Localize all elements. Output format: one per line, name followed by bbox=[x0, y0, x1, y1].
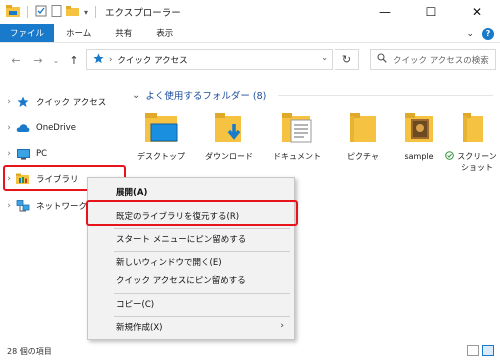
computer-icon bbox=[16, 148, 30, 160]
folder-item-screenshots[interactable]: スクリーン ショット bbox=[440, 108, 500, 173]
restore-item-highlight-frame bbox=[86, 200, 298, 226]
frequent-folders-header[interactable]: ⌄ よく使用するフォルダー (8) bbox=[132, 88, 267, 103]
refresh-icon: ↻ bbox=[341, 53, 352, 66]
folder-icon bbox=[399, 108, 439, 148]
breadcrumb-separator: › bbox=[109, 54, 113, 65]
search-input[interactable]: クイック アクセスの検索 bbox=[370, 49, 496, 70]
sidebar-item-label: クイック アクセス bbox=[36, 98, 107, 108]
downloads-folder-icon bbox=[209, 108, 249, 148]
folder-label: ドキュメント bbox=[273, 152, 321, 161]
quick-access-toolbar-dropdown-icon[interactable]: ▾ bbox=[84, 8, 88, 17]
folder-label: sample bbox=[404, 152, 434, 161]
menu-item-label: 新規作成(X) bbox=[116, 323, 163, 333]
chevron-down-icon: ⌄ bbox=[132, 89, 141, 101]
sync-status-icon bbox=[445, 151, 454, 163]
title-bar: ▾ エクスプローラー — ☐ ✕ bbox=[0, 0, 500, 24]
navigation-bar: ← → ⌄ ↑ › クイック アクセス ⌄ ↻ クイック アクセスの検索 bbox=[0, 44, 500, 76]
documents-folder-icon bbox=[277, 108, 317, 148]
folder-label: スクリーン ショット bbox=[457, 152, 497, 172]
cloud-icon bbox=[16, 122, 30, 134]
new-folder-icon[interactable] bbox=[66, 5, 80, 20]
sidebar-item-label: OneDrive bbox=[36, 123, 76, 133]
desktop-folder-icon bbox=[141, 108, 181, 148]
sidebar-item-label: ネットワーク bbox=[36, 202, 88, 212]
help-icon[interactable]: ? bbox=[482, 27, 494, 40]
recent-locations-icon[interactable]: ⌄ bbox=[48, 56, 64, 65]
star-icon bbox=[93, 52, 104, 67]
menu-item-new[interactable]: 新規作成(X) › bbox=[88, 317, 294, 337]
folder-label: デスクトップ bbox=[137, 152, 185, 161]
folder-item-pictures[interactable]: ピクチャ bbox=[332, 108, 394, 162]
refresh-button[interactable]: ↻ bbox=[335, 49, 359, 70]
folder-label: ダウンロード bbox=[205, 152, 253, 161]
item-count: 28 個の項目 bbox=[7, 346, 52, 356]
tab-file[interactable]: ファイル bbox=[0, 24, 55, 42]
tab-home[interactable]: ホーム bbox=[54, 24, 103, 42]
breadcrumb-quick-access[interactable]: クイック アクセス bbox=[117, 54, 187, 66]
chevron-right-icon[interactable]: › bbox=[2, 123, 16, 133]
chevron-right-icon[interactable]: › bbox=[2, 201, 16, 211]
ribbon-tabs: ファイル ホーム 共有 表示 ⌄ ? bbox=[0, 24, 500, 43]
sidebar-item-pc[interactable]: › PC bbox=[0, 142, 124, 166]
folder-item-desktop[interactable]: デスクトップ bbox=[130, 108, 192, 162]
group-divider bbox=[278, 95, 493, 96]
details-view-icon[interactable] bbox=[467, 345, 479, 356]
pictures-folder-icon bbox=[343, 108, 383, 148]
tab-share[interactable]: 共有 bbox=[103, 24, 144, 42]
network-icon bbox=[16, 200, 30, 212]
sidebar-item-onedrive[interactable]: › OneDrive bbox=[0, 116, 124, 140]
group-title: よく使用するフォルダー (8) bbox=[145, 91, 267, 102]
tab-view[interactable]: 表示 bbox=[144, 24, 185, 42]
star-icon bbox=[16, 96, 30, 108]
chevron-down-icon[interactable]: ⌄ bbox=[466, 29, 474, 39]
forward-arrow-icon[interactable]: → bbox=[30, 54, 46, 67]
maximize-button[interactable]: ☐ bbox=[408, 0, 454, 24]
chevron-right-icon: › bbox=[280, 321, 284, 331]
menu-item-copy[interactable]: コピー(C) bbox=[88, 294, 294, 314]
sidebar-item-label: PC bbox=[36, 149, 48, 159]
menu-item-pin-to-start[interactable]: スタート メニューにピン留めする bbox=[88, 229, 294, 249]
address-dropdown-icon[interactable]: ⌄ bbox=[321, 53, 328, 62]
back-arrow-icon[interactable]: ← bbox=[8, 54, 24, 67]
folder-label: ピクチャ bbox=[347, 152, 379, 161]
menu-item-expand[interactable]: 展開(A) bbox=[88, 182, 294, 202]
folder-item-documents[interactable]: ドキュメント bbox=[266, 108, 328, 162]
properties-icon[interactable] bbox=[35, 5, 47, 20]
sidebar-item-quick-access[interactable]: › クイック アクセス bbox=[0, 90, 124, 114]
screenshots-folder-icon bbox=[451, 108, 491, 148]
large-icons-view-icon[interactable] bbox=[482, 345, 494, 356]
explorer-icon bbox=[6, 4, 20, 20]
chevron-right-icon[interactable]: › bbox=[2, 97, 16, 107]
search-placeholder: クイック アクセスの検索 bbox=[393, 55, 489, 66]
new-file-icon[interactable] bbox=[51, 4, 62, 20]
status-bar: 28 個の項目 bbox=[0, 340, 500, 362]
minimize-button[interactable]: — bbox=[362, 0, 408, 24]
chevron-right-icon[interactable]: › bbox=[2, 149, 16, 159]
up-arrow-icon[interactable]: ↑ bbox=[66, 54, 82, 67]
close-button[interactable]: ✕ bbox=[454, 0, 500, 24]
folder-item-downloads[interactable]: ダウンロード bbox=[198, 108, 260, 162]
menu-item-open-new-window[interactable]: 新しいウィンドウで開く(E) bbox=[88, 252, 294, 272]
search-icon bbox=[377, 53, 387, 66]
address-bar[interactable]: › クイック アクセス ⌄ bbox=[86, 49, 333, 70]
window-title: エクスプローラー bbox=[105, 8, 181, 19]
menu-item-pin-to-quick-access[interactable]: クイック アクセスにピン留めする bbox=[88, 270, 294, 290]
